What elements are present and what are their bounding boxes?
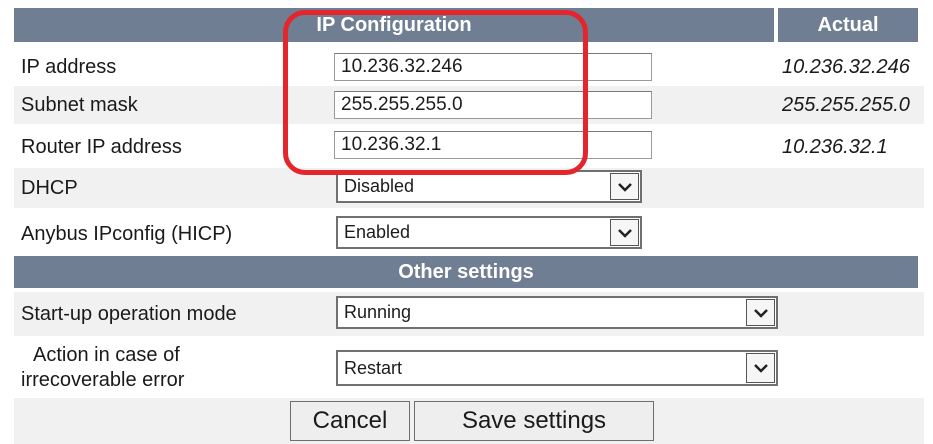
chevron-down-icon[interactable] xyxy=(610,219,639,246)
dhcp-select-value: Disabled xyxy=(344,176,415,196)
subnet-mask-label: Subnet mask xyxy=(21,93,138,116)
ip-address-label: IP address xyxy=(21,55,117,78)
error-action-label: Action in case of irrecoverable error xyxy=(14,340,334,396)
startup-mode-select-value: Running xyxy=(344,302,412,322)
chevron-down-icon[interactable] xyxy=(610,173,639,200)
chevron-down-icon[interactable] xyxy=(746,299,775,326)
dhcp-label: DHCP xyxy=(21,176,78,199)
ip-address-actual: 10.236.32.246 xyxy=(782,55,910,78)
actual-title: Actual xyxy=(817,13,879,36)
error-action-label-line2: irrecoverable error xyxy=(21,369,185,391)
other-settings-header: Other settings xyxy=(14,256,918,288)
actual-header: Actual xyxy=(778,8,918,42)
cancel-button[interactable]: Cancel xyxy=(290,401,410,441)
hicp-select[interactable]: Enabled xyxy=(336,216,642,249)
startup-mode-select[interactable]: Running xyxy=(336,296,778,329)
subnet-mask-actual: 255.255.255.0 xyxy=(782,93,910,116)
router-ip-actual: 10.236.32.1 xyxy=(782,135,888,158)
startup-mode-label: Start-up operation mode xyxy=(21,302,237,325)
error-action-label-line1: Action in case of xyxy=(33,344,180,366)
ip-fields-highlight xyxy=(283,10,588,175)
chevron-down-icon[interactable] xyxy=(746,353,775,383)
router-ip-label: Router IP address xyxy=(21,135,182,158)
hicp-select-value: Enabled xyxy=(344,222,411,242)
hicp-label: Anybus IPconfig (HICP) xyxy=(21,222,233,245)
error-action-select[interactable]: Restart xyxy=(336,350,778,386)
other-settings-title: Other settings xyxy=(398,260,534,283)
save-settings-button[interactable]: Save settings xyxy=(414,401,654,441)
error-action-select-value: Restart xyxy=(344,357,403,378)
